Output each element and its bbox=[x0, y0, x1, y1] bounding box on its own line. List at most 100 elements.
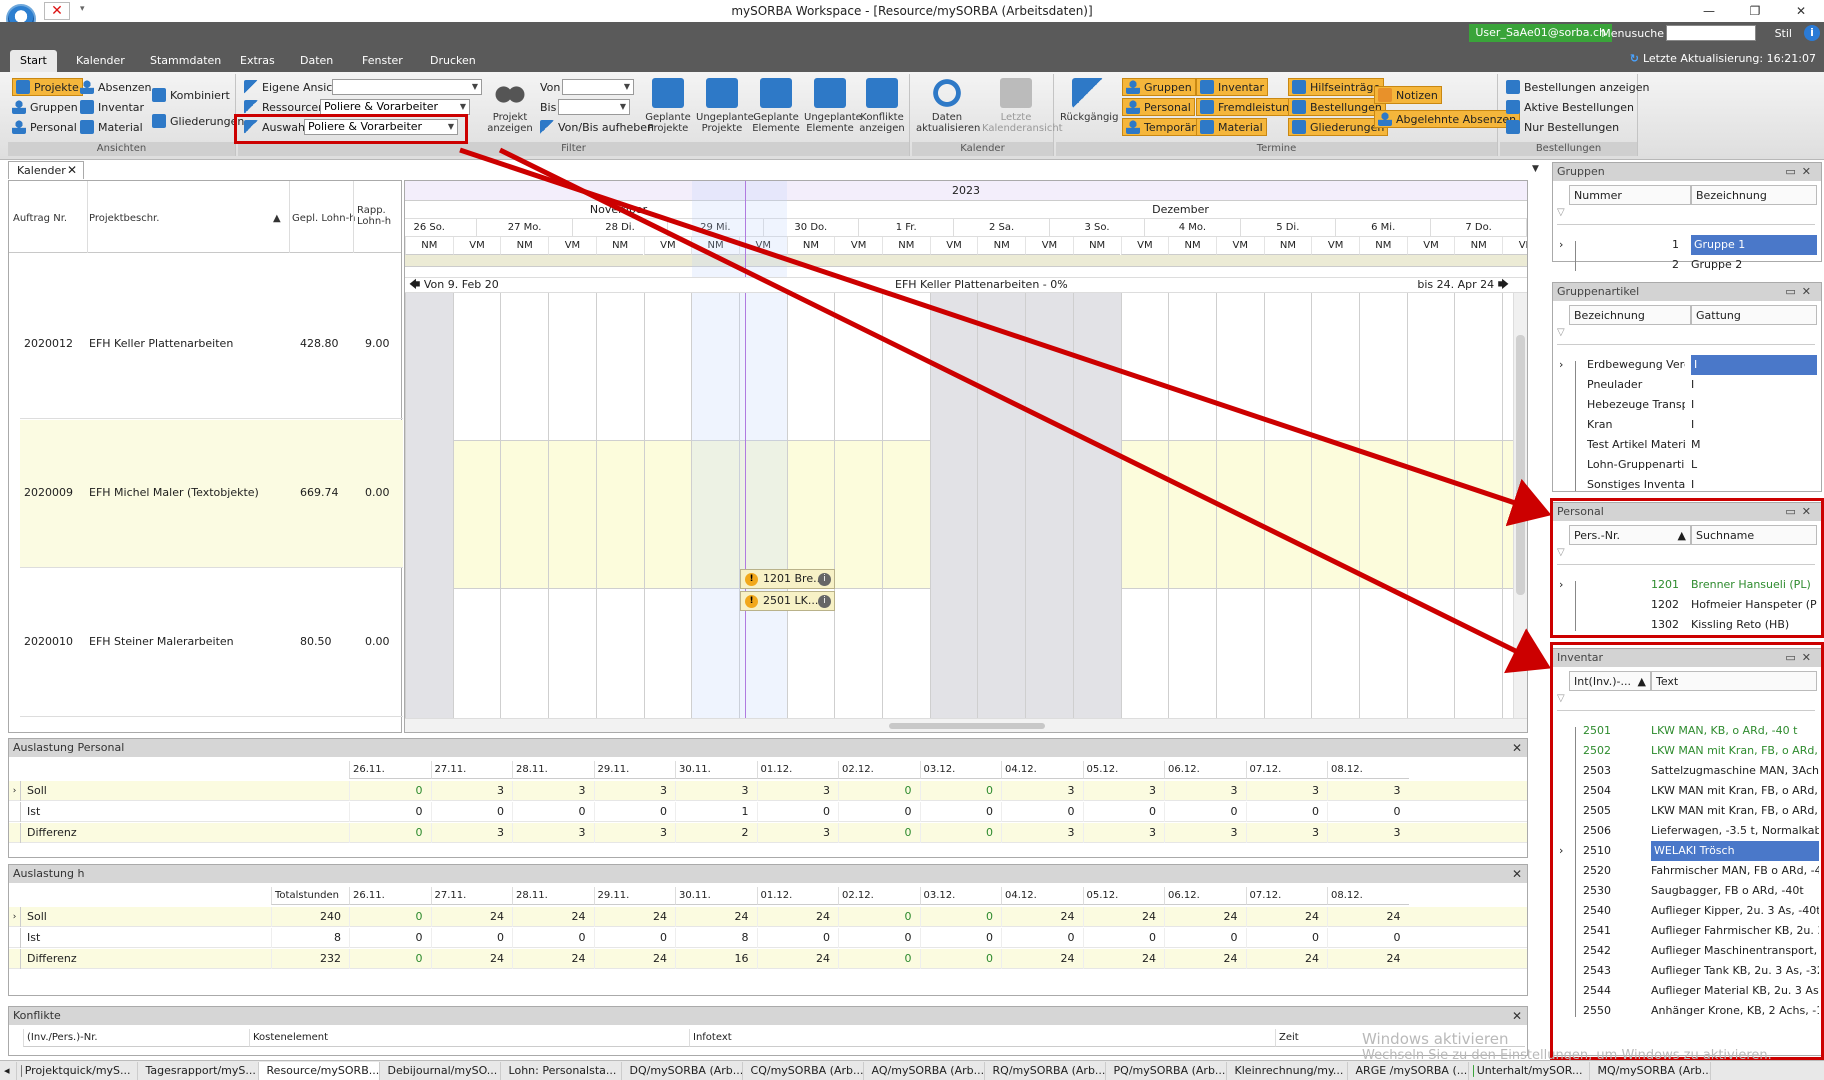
col-date[interactable]: 27.11. bbox=[430, 761, 512, 779]
termine-temporaere-button[interactable]: Temporäre bbox=[1122, 118, 1207, 136]
calendar-vscroll[interactable] bbox=[1513, 293, 1527, 718]
col-date[interactable]: 07.12. bbox=[1245, 761, 1327, 779]
von-date-input[interactable]: ▼ bbox=[562, 79, 634, 95]
material-button[interactable]: Material bbox=[80, 118, 143, 136]
col-date[interactable]: 29.11. bbox=[593, 761, 675, 779]
tab-drucken[interactable]: Drucken bbox=[420, 50, 486, 72]
close-icon[interactable]: ✕ bbox=[1512, 865, 1522, 883]
col-date[interactable]: 08.12. bbox=[1327, 761, 1409, 779]
table-row[interactable]: › Soll 0 3 3 3 3 3 0 0 3 3 3 3 3 bbox=[9, 781, 1527, 801]
ressourcen-dropdown[interactable]: Poliere & Vorarbeiter ▼ bbox=[320, 99, 470, 115]
col-bezeichnung[interactable]: Bezeichnung bbox=[1691, 185, 1817, 205]
taskbar-scroll-left-icon[interactable]: ◂ bbox=[0, 1061, 17, 1080]
gliederungen-button[interactable]: Gliederungen bbox=[152, 112, 244, 130]
termine-fremdleistung-button[interactable]: Fremdleistung bbox=[1196, 98, 1301, 116]
tab-fenster[interactable]: Fenster bbox=[352, 50, 413, 72]
termine-material-button[interactable]: Material bbox=[1196, 118, 1267, 136]
col-totalstunden[interactable]: Totalstunden bbox=[271, 887, 349, 905]
col-date[interactable]: 05.12. bbox=[1082, 761, 1164, 779]
col-date[interactable]: 07.12. bbox=[1245, 887, 1327, 905]
col-date[interactable]: 26.11. bbox=[349, 761, 431, 779]
expand-icon[interactable]: › bbox=[1559, 235, 1563, 255]
col-date[interactable]: 04.12. bbox=[1001, 887, 1083, 905]
termine-bestellungen-button[interactable]: Bestellungen bbox=[1288, 98, 1386, 116]
taskbar-item[interactable]: MQ/mySORBA (Arb... bbox=[1590, 1061, 1711, 1080]
list-item[interactable]: Kran I bbox=[1557, 415, 1819, 435]
termine-personal-button[interactable]: Personal bbox=[1122, 98, 1195, 116]
list-item[interactable]: 1 Gruppe 1 › bbox=[1557, 235, 1819, 255]
info-icon[interactable]: i bbox=[818, 573, 831, 586]
taskbar-item[interactable]: DQ/mySORBA (Arb... bbox=[622, 1061, 743, 1080]
taskbar-item[interactable]: Lohn: Personalsta... bbox=[501, 1061, 622, 1080]
konflikte-anzeigen-button[interactable]: Konflikte anzeigen bbox=[856, 76, 908, 140]
table-row[interactable]: 2020009 EFH Michel Maler (Textobjekte) 6… bbox=[20, 420, 403, 568]
col-date[interactable]: 29.11. bbox=[593, 887, 675, 905]
scroll-thumb[interactable] bbox=[1516, 335, 1525, 595]
col-date[interactable]: 01.12. bbox=[756, 887, 838, 905]
termine-hilfseintraege-button[interactable]: Hilfseinträge bbox=[1288, 78, 1385, 96]
rueckgaengig-button[interactable]: Rückgängig bbox=[1060, 76, 1118, 140]
taskbar-item[interactable]: Debijournal/mySO... bbox=[380, 1061, 501, 1080]
col-kostenelement[interactable]: Kostenelement bbox=[249, 1029, 689, 1047]
tab-stammdaten[interactable]: Stammdaten bbox=[140, 50, 231, 72]
col-date[interactable]: 05.12. bbox=[1082, 887, 1164, 905]
close-icon[interactable]: ✕ bbox=[1802, 165, 1817, 178]
gruppen-button[interactable]: Gruppen bbox=[12, 98, 78, 116]
calendar-day-header[interactable]: 8 Fr bbox=[1525, 219, 1527, 237]
list-item[interactable]: 2 Gruppe 2 bbox=[1557, 255, 1819, 275]
geplante-elemente-button[interactable]: Geplante Elemente bbox=[750, 76, 802, 140]
personal-button[interactable]: Personal bbox=[12, 118, 77, 136]
table-row[interactable]: 2020010 EFH Steiner Malerarbeiten 80.50 … bbox=[20, 569, 403, 717]
expand-icon[interactable]: › bbox=[1559, 355, 1563, 375]
info-icon[interactable]: i bbox=[1804, 25, 1820, 41]
tab-extras[interactable]: Extras bbox=[230, 50, 285, 72]
close-icon[interactable]: ✕ bbox=[67, 162, 77, 179]
col-date[interactable]: 03.12. bbox=[919, 887, 1001, 905]
filter-row[interactable]: ▽ bbox=[1557, 207, 1815, 225]
vonbis-aufheben-button[interactable]: Von/Bis aufheben bbox=[540, 118, 654, 136]
user-badge[interactable]: User_SaAe01@sorba.ch bbox=[1469, 24, 1612, 42]
col-infotext[interactable]: Infotext bbox=[689, 1029, 1275, 1047]
calendar-day-header[interactable]: 27 Mo. bbox=[476, 219, 572, 237]
menusuche-input[interactable] bbox=[1666, 25, 1756, 41]
absenzen-button[interactable]: Absenzen bbox=[80, 78, 152, 96]
taskbar-item[interactable]: Resource/mySORB... bbox=[258, 1061, 380, 1080]
calendar-day-header[interactable]: 26 So. bbox=[405, 219, 477, 237]
daten-aktualisieren-button[interactable]: Daten aktualisieren bbox=[916, 76, 980, 140]
col-date[interactable]: 28.11. bbox=[512, 887, 594, 905]
calendar-day-header[interactable]: 4 Mo. bbox=[1144, 219, 1240, 237]
col-rapp-lohn[interactable]: Rapp. Lohn-h bbox=[357, 205, 397, 227]
event-2501[interactable]: ! 2501 LK... i bbox=[740, 591, 835, 611]
taskbar-item[interactable]: Tagesrapport/myS... bbox=[138, 1061, 259, 1080]
col-date[interactable]: 03.12. bbox=[919, 761, 1001, 779]
calendar-view[interactable]: 2023 November Dezember 26 So. 27 Mo. 28 Di… bbox=[404, 180, 1528, 733]
calendar-day-header[interactable]: 2 Sa. bbox=[953, 219, 1049, 237]
col-date[interactable]: 02.12. bbox=[838, 761, 920, 779]
calendar-day-header[interactable]: 28 Di. bbox=[571, 219, 668, 237]
info-icon[interactable]: i bbox=[818, 595, 831, 608]
col-date[interactable]: 06.12. bbox=[1164, 887, 1246, 905]
table-row[interactable]: › Soll 240 0 24 24 24 24 24 0 0 24 24 24 24 24 bbox=[9, 907, 1527, 927]
list-item[interactable]: Lohn-Gruppenartikel L bbox=[1557, 455, 1819, 475]
chevron-down-icon[interactable]: ▼ bbox=[1532, 164, 1539, 174]
calendar-day-header[interactable]: 3 So. bbox=[1048, 219, 1145, 237]
calendar-day-header[interactable]: 7 Do. bbox=[1430, 219, 1526, 237]
scroll-thumb[interactable] bbox=[889, 723, 1045, 729]
list-item[interactable]: Hebezeuge Transport I bbox=[1557, 395, 1819, 415]
tab-kalender[interactable]: Kalender bbox=[66, 50, 135, 72]
calendar-hscroll[interactable] bbox=[405, 718, 1527, 732]
close-icon[interactable]: ✕ bbox=[1802, 285, 1817, 298]
taskbar-item[interactable]: Kleinrechnung/my... bbox=[1227, 1061, 1348, 1080]
projekte-button[interactable]: Projekte bbox=[12, 78, 83, 96]
col-date[interactable]: 30.11. bbox=[675, 761, 757, 779]
col-date[interactable]: 08.12. bbox=[1327, 887, 1409, 905]
col-date[interactable]: 06.12. bbox=[1164, 761, 1246, 779]
calendar-day-header[interactable]: 1 Fr. bbox=[858, 219, 954, 237]
col-auftrag-nr[interactable]: Auftrag Nr. bbox=[13, 213, 67, 224]
geplante-projekte-button[interactable]: Geplante Projekte bbox=[642, 76, 694, 140]
window-close-icon[interactable]: ✕ bbox=[1778, 0, 1824, 22]
eigene-ansicht-dropdown[interactable]: ▼ bbox=[332, 79, 482, 95]
col-date[interactable]: 27.11. bbox=[430, 887, 512, 905]
table-row[interactable]: Differenz 232 0 24 24 24 16 24 0 0 24 24 24 24 24 bbox=[9, 949, 1527, 969]
list-item[interactable]: Erdbewegung Verdi... I › bbox=[1557, 355, 1819, 375]
